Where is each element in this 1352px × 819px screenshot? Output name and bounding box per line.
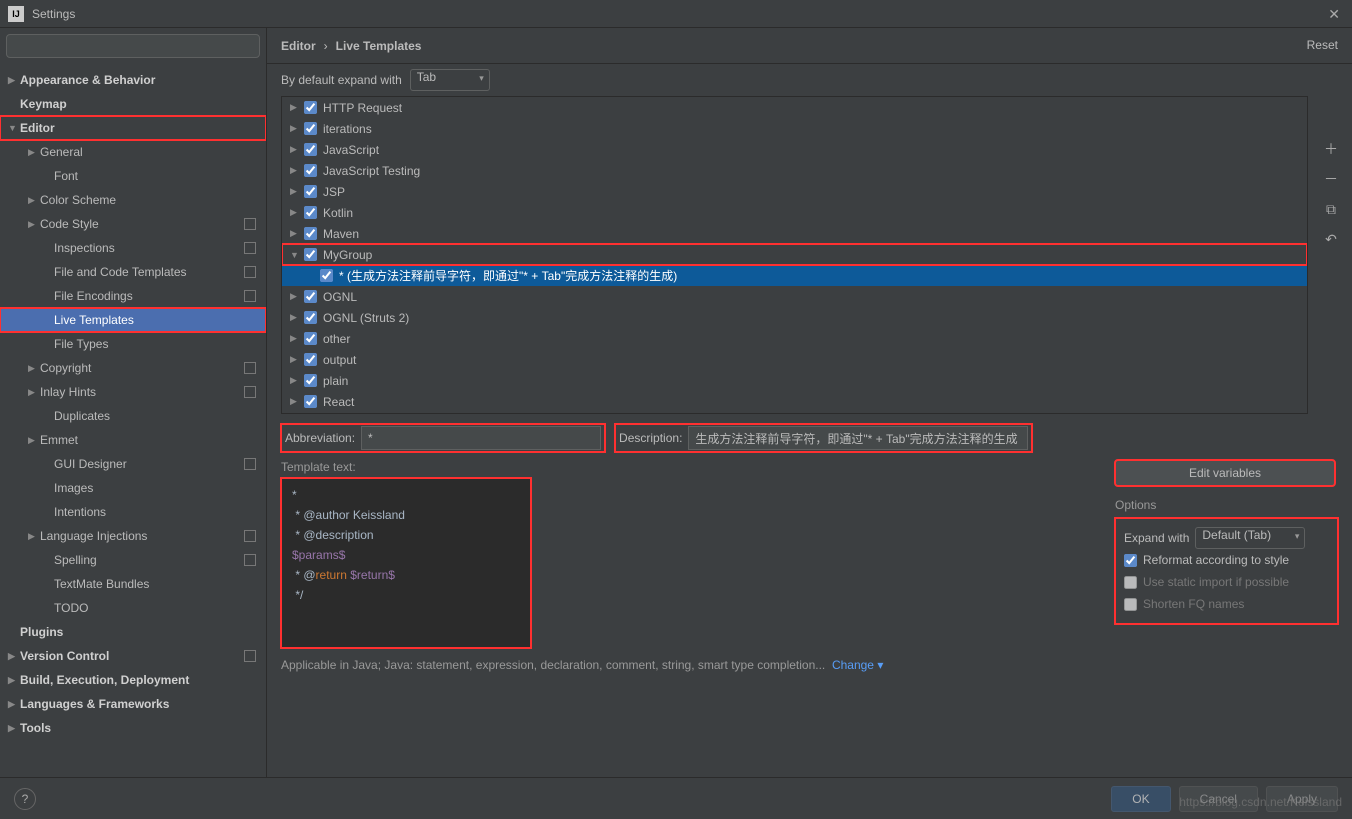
template-text-label: Template text:	[281, 460, 1101, 474]
copy-icon[interactable]: ⧉	[1320, 198, 1342, 220]
template-tree-row[interactable]: ▶HTTP Request	[282, 97, 1307, 118]
abbreviation-label: Abbreviation:	[285, 431, 355, 445]
close-icon[interactable]: ✕	[1328, 6, 1340, 23]
sidebar-item[interactable]: ▼Editor	[0, 116, 266, 140]
description-input[interactable]	[688, 426, 1028, 450]
expand-default-select[interactable]: Tab	[410, 69, 490, 91]
sidebar-item[interactable]: ▶Color Scheme	[0, 188, 266, 212]
applicable-text: Applicable in Java; Java: statement, exp…	[281, 658, 825, 672]
options-title: Options	[1115, 498, 1338, 512]
help-button[interactable]: ?	[14, 788, 36, 810]
template-tree-row[interactable]: ▶output	[282, 349, 1307, 370]
sidebar-item[interactable]: Inspections	[0, 236, 266, 260]
sidebar-item[interactable]: Live Templates	[0, 308, 266, 332]
sidebar-item[interactable]: ▶Languages & Frameworks	[0, 692, 266, 716]
template-tree-row[interactable]: ▶JavaScript Testing	[282, 160, 1307, 181]
template-tree-row[interactable]: ▶Maven	[282, 223, 1307, 244]
sidebar-item[interactable]: Font	[0, 164, 266, 188]
expand-with-label: Expand with	[1124, 531, 1189, 545]
settings-tree[interactable]: ▶Appearance & BehaviorKeymap▼Editor▶Gene…	[0, 64, 266, 777]
template-tree-row[interactable]: * (生成方法注释前导字符，即通过"* + Tab"完成方法注释的生成)	[282, 265, 1307, 286]
undo-icon[interactable]: ↶	[1320, 228, 1342, 250]
template-tree-row[interactable]: ▶other	[282, 328, 1307, 349]
ok-button[interactable]: OK	[1111, 786, 1170, 812]
sidebar-item[interactable]: ▶Version Control	[0, 644, 266, 668]
search-input[interactable]	[6, 34, 260, 58]
reset-link[interactable]: Reset	[1307, 38, 1338, 52]
sidebar-item[interactable]: Intentions	[0, 500, 266, 524]
sidebar-item[interactable]: ▶Language Injections	[0, 524, 266, 548]
sidebar-item[interactable]: Keymap	[0, 92, 266, 116]
abbreviation-input[interactable]	[361, 426, 601, 450]
options-panel: Expand with Default (Tab) Reformat accor…	[1115, 518, 1338, 624]
sidebar-item[interactable]: ▶Copyright	[0, 356, 266, 380]
add-icon[interactable]: ＋	[1320, 138, 1342, 160]
sidebar-item[interactable]: ▶Inlay Hints	[0, 380, 266, 404]
sidebar-item[interactable]: ▶Build, Execution, Deployment	[0, 668, 266, 692]
window-title: Settings	[32, 7, 75, 21]
reformat-checkbox[interactable]	[1124, 554, 1137, 567]
sidebar-item[interactable]: Spelling	[0, 548, 266, 572]
sidebar-item[interactable]: ▶General	[0, 140, 266, 164]
sidebar-item[interactable]: File Types	[0, 332, 266, 356]
template-tree-row[interactable]: ▶plain	[282, 370, 1307, 391]
edit-variables-button[interactable]: Edit variables	[1115, 460, 1335, 486]
expand-with-select[interactable]: Default (Tab)	[1195, 527, 1305, 549]
sidebar-item[interactable]: ▶Emmet	[0, 428, 266, 452]
sidebar-item[interactable]: Images	[0, 476, 266, 500]
sidebar-item[interactable]: TODO	[0, 596, 266, 620]
remove-icon[interactable]: －	[1320, 168, 1342, 190]
description-label: Description:	[619, 431, 682, 445]
sidebar-item[interactable]: ▶Tools	[0, 716, 266, 740]
titlebar: IJ Settings ✕	[0, 0, 1352, 28]
static-import-checkbox[interactable]	[1124, 576, 1137, 589]
template-text-editor[interactable]: * * @author Keissland * @description$par…	[281, 478, 531, 648]
template-tree-row[interactable]: ▶iterations	[282, 118, 1307, 139]
sidebar-item[interactable]: File Encodings	[0, 284, 266, 308]
sidebar-item[interactable]: GUI Designer	[0, 452, 266, 476]
sidebar-item[interactable]: Duplicates	[0, 404, 266, 428]
sidebar-item[interactable]: Plugins	[0, 620, 266, 644]
expand-default-label: By default expand with	[281, 73, 402, 87]
template-tree-row[interactable]: ▶JSP	[282, 181, 1307, 202]
change-link[interactable]: Change ▾	[832, 658, 883, 672]
templates-tree[interactable]: ▶HTTP Request▶iterations▶JavaScript▶Java…	[281, 96, 1308, 414]
template-tree-row[interactable]: ▶OGNL	[282, 286, 1307, 307]
template-tree-row[interactable]: ▼MyGroup	[282, 244, 1307, 265]
template-tree-row[interactable]: ▶OGNL (Struts 2)	[282, 307, 1307, 328]
template-tree-row[interactable]: ▶React	[282, 391, 1307, 412]
template-tree-row[interactable]: ▶Kotlin	[282, 202, 1307, 223]
sidebar-item[interactable]: File and Code Templates	[0, 260, 266, 284]
settings-sidebar: ▶Appearance & BehaviorKeymap▼Editor▶Gene…	[0, 28, 267, 777]
watermark: https://blog.csdn.net/Keissland	[1179, 795, 1342, 809]
app-logo-icon: IJ	[8, 6, 24, 22]
sidebar-item[interactable]: TextMate Bundles	[0, 572, 266, 596]
sidebar-item[interactable]: ▶Appearance & Behavior	[0, 68, 266, 92]
breadcrumb: Editor › Live Templates Reset	[267, 28, 1352, 64]
sidebar-item[interactable]: ▶Code Style	[0, 212, 266, 236]
shorten-fq-checkbox[interactable]	[1124, 598, 1137, 611]
template-tree-row[interactable]: ▶JavaScript	[282, 139, 1307, 160]
